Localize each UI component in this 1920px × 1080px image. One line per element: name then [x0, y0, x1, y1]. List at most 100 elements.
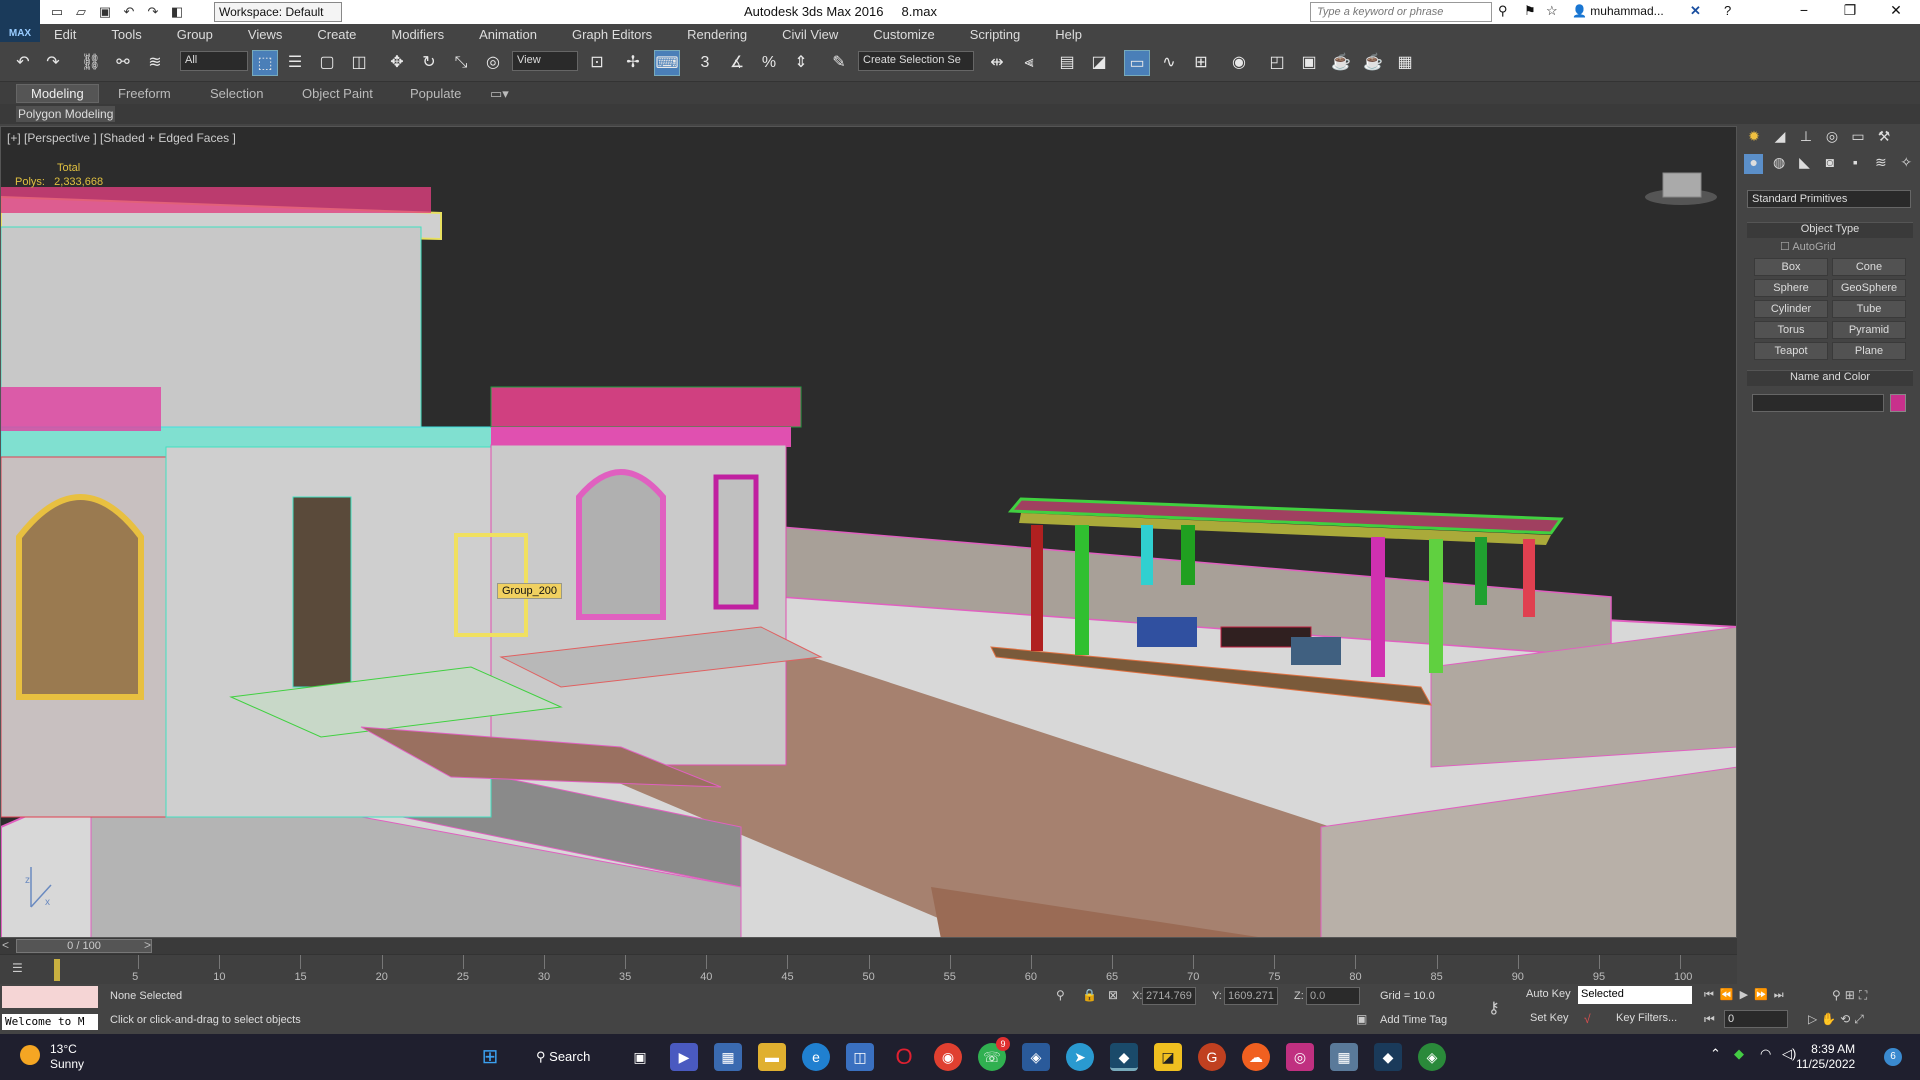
menu-modifiers[interactable]: Modifiers — [367, 24, 455, 46]
maximize-viewport-icon[interactable]: ⤢ — [1854, 1012, 1868, 1026]
render-setup-icon[interactable]: ◰ — [1264, 50, 1290, 76]
motion-tab-icon[interactable]: ◎ — [1822, 128, 1842, 148]
select-manipulate-icon[interactable]: ✢ — [620, 50, 646, 76]
helpers-icon[interactable]: ▪ — [1846, 154, 1865, 174]
schematic-view-icon[interactable]: ⊞ — [1188, 50, 1214, 76]
named-selection-dropdown[interactable]: Create Selection Se — [858, 51, 974, 71]
systems-icon[interactable]: ✧ — [1897, 154, 1916, 174]
mirror-icon[interactable]: ⇹ — [984, 50, 1010, 76]
menu-graph-editors[interactable]: Graph Editors — [548, 24, 663, 46]
redo-icon[interactable]: ↷ — [40, 50, 66, 76]
undo-icon[interactable]: ↶ — [120, 3, 138, 20]
minimize-button[interactable]: − — [1784, 2, 1824, 22]
binoculars-icon[interactable]: ⚲ — [1498, 3, 1508, 19]
user-account[interactable]: 👤 muhammad... — [1572, 4, 1664, 18]
go-to-end-icon[interactable]: ⏭ — [1774, 989, 1790, 1001]
mini-curve-editor-icon[interactable]: ☰ — [12, 961, 23, 975]
undo-icon[interactable]: ↶ — [10, 50, 36, 76]
y-coordinate-field[interactable]: 1609.271 — [1224, 987, 1278, 1005]
maxscript-listener-output[interactable] — [2, 986, 98, 1008]
store-icon[interactable]: ◫ — [846, 1043, 874, 1071]
a360-render-icon[interactable]: ▦ — [1392, 50, 1418, 76]
cameras-icon[interactable]: ◙ — [1820, 154, 1839, 174]
viewport-label[interactable]: [+] [Perspective ] [Shaded + Edged Faces… — [7, 131, 236, 145]
move-icon[interactable]: ✥ — [384, 50, 410, 76]
menu-rendering[interactable]: Rendering — [663, 24, 758, 46]
chat-icon[interactable]: ▶ — [670, 1043, 698, 1071]
taskbar-search[interactable]: ⚲ Search — [526, 1043, 606, 1071]
sketchup-icon[interactable]: ◈ — [1418, 1043, 1446, 1071]
key-mode-dropdown[interactable]: Selected — [1578, 986, 1692, 1004]
task-view-icon[interactable]: ▣ — [626, 1043, 654, 1071]
previous-key-icon[interactable]: ⏪ — [1720, 989, 1740, 1001]
edit-named-selection-icon[interactable]: ✎ — [826, 50, 852, 76]
new-file-icon[interactable]: ▭ — [48, 3, 66, 20]
snaps-toggle-icon[interactable]: 3 — [692, 50, 718, 76]
menu-tools[interactable]: Tools — [87, 24, 152, 46]
percent-snap-icon[interactable]: % — [756, 50, 782, 76]
play-icon[interactable]: ▶ — [1740, 989, 1754, 1001]
sticky-notes-icon[interactable]: ◪ — [1154, 1043, 1182, 1071]
teapot-button[interactable]: Teapot — [1754, 342, 1828, 360]
torus-button[interactable]: Torus — [1754, 321, 1828, 339]
create-tab-icon[interactable]: ✹ — [1744, 128, 1764, 148]
material-editor-icon[interactable]: ◉ — [1226, 50, 1252, 76]
z-coordinate-field[interactable]: 0.0 — [1306, 987, 1360, 1005]
tube-button[interactable]: Tube — [1832, 300, 1906, 318]
primitive-type-dropdown[interactable]: Standard Primitives — [1747, 190, 1911, 208]
unlink-icon[interactable]: ⚯ — [110, 50, 136, 76]
open-file-icon[interactable]: ▱ — [72, 3, 90, 20]
place-icon[interactable]: ◎ — [480, 50, 506, 76]
hierarchy-tab-icon[interactable]: ⊥ — [1796, 128, 1816, 148]
whatsapp-icon[interactable]: ☏ 9 — [978, 1037, 1010, 1071]
plane-button[interactable]: Plane — [1832, 342, 1906, 360]
pivot-center-icon[interactable]: ⊡ — [584, 50, 610, 76]
tab-populate[interactable]: Populate — [410, 86, 461, 101]
time-slider[interactable]: 0 / 100 — [16, 939, 152, 953]
start-icon[interactable]: ⊞ — [476, 1043, 504, 1071]
cylinder-button[interactable]: Cylinder — [1754, 300, 1828, 318]
key-filters-button[interactable]: Key Filters... — [1616, 1012, 1677, 1024]
menu-help[interactable]: Help — [1031, 24, 1093, 46]
modify-tab-icon[interactable]: ◢ — [1770, 128, 1790, 148]
link-icon[interactable]: ⛓ — [78, 50, 104, 76]
file-explorer-icon[interactable]: ▬ — [758, 1043, 786, 1071]
autogrid-checkbox[interactable]: ☐ AutoGrid — [1780, 240, 1836, 253]
telegram-icon[interactable]: ➤ — [1066, 1043, 1094, 1071]
bind-space-warp-icon[interactable]: ≋ — [142, 50, 168, 76]
communication-center-icon[interactable]: ⚑ — [1524, 3, 1536, 19]
menu-group[interactable]: Group — [153, 24, 224, 46]
rendered-frame-window-icon[interactable]: ▣ — [1296, 50, 1322, 76]
isolate-selection-icon[interactable]: ⚲ — [1056, 988, 1065, 1002]
menu-create[interactable]: Create — [293, 24, 367, 46]
menu-animation[interactable]: Animation — [455, 24, 548, 46]
geometry-icon[interactable]: ● — [1744, 154, 1764, 174]
grammarly-icon[interactable]: G — [1198, 1043, 1226, 1071]
soundcloud-icon[interactable]: ☁ — [1242, 1043, 1270, 1071]
tab-freeform[interactable]: Freeform — [118, 86, 171, 101]
weather-widget[interactable]: 13°C Sunny — [20, 1042, 84, 1072]
rectangular-selection-icon[interactable]: ▢ — [314, 50, 340, 76]
exchange-apps-icon[interactable]: ✕ — [1690, 3, 1701, 19]
instagram-icon[interactable]: ◎ — [1286, 1043, 1314, 1071]
next-key-icon[interactable]: ⏩ — [1754, 989, 1774, 1001]
orbit-icon[interactable]: ⟲ — [1840, 1012, 1854, 1026]
menu-civil-view[interactable]: Civil View — [758, 24, 849, 46]
restore-button[interactable]: ❐ — [1830, 2, 1870, 22]
lights-icon[interactable]: ◣ — [1795, 154, 1814, 174]
absolute-mode-icon[interactable]: ⊠ — [1108, 988, 1118, 1002]
object-type-rollout[interactable]: Object Type — [1747, 222, 1913, 238]
layer-manager-icon[interactable]: ▤ — [1054, 50, 1080, 76]
curve-editor-icon[interactable]: ∿ — [1156, 50, 1182, 76]
utilities-tab-icon[interactable]: ⚒ — [1874, 128, 1894, 148]
cone-button[interactable]: Cone — [1832, 258, 1906, 276]
photos-icon[interactable]: ▦ — [1330, 1043, 1358, 1071]
rotate-icon[interactable]: ↻ — [416, 50, 442, 76]
ribbon-options-icon[interactable]: ▭▾ — [490, 86, 509, 102]
system-clock[interactable]: 8:39 AM 11/25/2022 — [1796, 1042, 1855, 1072]
track-bar[interactable]: ☰ 5 10 15 20 25 30 35 40 45 50 55 60 65 70 75 80 85 90 95 1… — [0, 954, 1737, 984]
toggle-ribbon-icon[interactable]: ▭ — [1124, 50, 1150, 76]
previous-frame-icon[interactable]: < — [2, 938, 9, 952]
object-color-swatch[interactable] — [1890, 394, 1906, 412]
selection-filter-dropdown[interactable]: All — [180, 51, 248, 71]
